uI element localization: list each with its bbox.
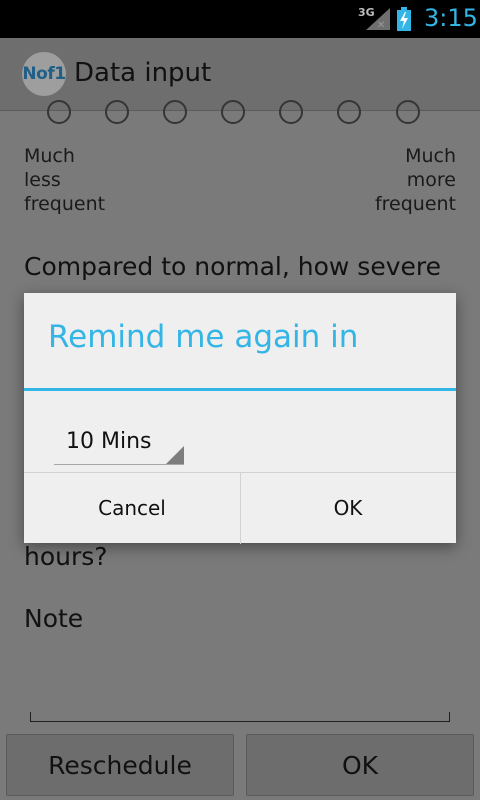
page-title: Data input — [74, 58, 212, 88]
dialog-ok-button[interactable]: OK — [240, 473, 456, 544]
app-logo[interactable]: Nof1 — [22, 52, 66, 96]
question-hours: hours? — [24, 542, 108, 571]
dialog-button-bar: Cancel OK — [24, 472, 456, 544]
scale-low-label: Much less frequent — [24, 144, 105, 216]
reschedule-button[interactable]: Reschedule — [6, 734, 234, 796]
status-bar: 3G ✕ 3:15 — [0, 0, 480, 38]
battery-charging-icon — [397, 7, 411, 31]
dialog-divider — [24, 388, 456, 391]
rating-radio-4[interactable] — [221, 100, 245, 124]
scale-high-label: Much more frequent — [375, 144, 456, 216]
rating-radio-7[interactable] — [396, 100, 420, 124]
note-field[interactable] — [30, 712, 450, 722]
rating-radio-2[interactable] — [105, 100, 129, 124]
dropdown-corner-icon — [166, 446, 184, 464]
rating-radio-5[interactable] — [279, 100, 303, 124]
scale-high-line: Much — [405, 145, 456, 167]
rating-radio-3[interactable] — [163, 100, 187, 124]
remind-interval-select[interactable]: 10 Mins — [54, 417, 184, 465]
scale-high-line: more — [406, 169, 456, 191]
scale-low-line: less — [24, 169, 61, 191]
ok-button[interactable]: OK — [246, 734, 474, 796]
rating-radio-6[interactable] — [337, 100, 361, 124]
frequency-rating-group — [0, 100, 480, 124]
scale-low-line: frequent — [24, 193, 106, 215]
remind-dialog: Remind me again in 10 Mins Cancel OK — [24, 293, 456, 544]
note-label: Note — [24, 604, 84, 633]
dialog-title: Remind me again in — [48, 319, 359, 355]
scale-high-line: frequent — [374, 193, 456, 215]
remind-interval-value: 10 Mins — [66, 429, 152, 454]
clock: 3:15 — [424, 4, 478, 32]
dialog-cancel-button[interactable]: Cancel — [24, 473, 241, 544]
scale-low-line: Much — [24, 145, 75, 167]
rating-radio-1[interactable] — [47, 100, 71, 124]
question-severity: Compared to normal, how severe — [24, 252, 441, 281]
no-data-icon: ✕ — [377, 20, 386, 31]
